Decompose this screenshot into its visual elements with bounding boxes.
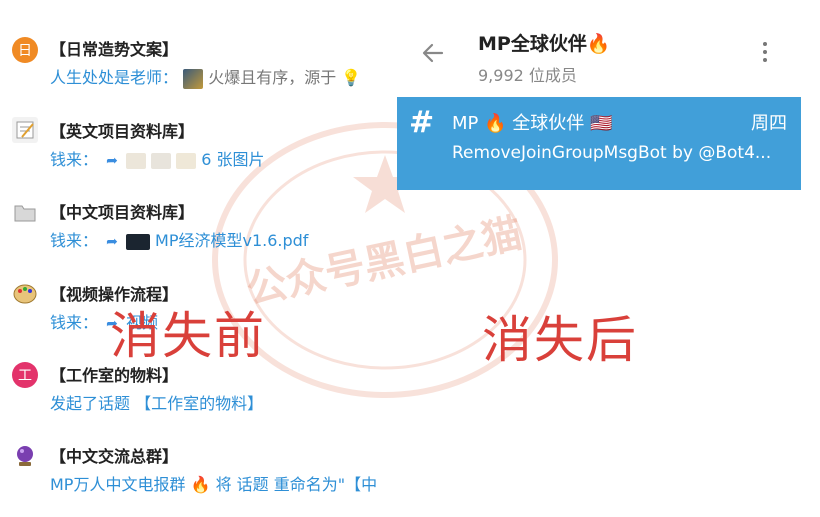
chat-preview: MP万人中文电报群 🔥 将 话题 重命名为"【中 bbox=[50, 471, 395, 495]
before-label: 消失前 bbox=[110, 307, 266, 365]
after-label: 消失后 bbox=[482, 311, 638, 369]
sender-name: 钱来： bbox=[50, 150, 99, 169]
calendar-icon: 日 bbox=[12, 37, 38, 63]
chat-title: 【中文项目资料库】 bbox=[50, 203, 195, 222]
fire-icon: 🔥 bbox=[190, 475, 211, 494]
selected-topic-row[interactable]: # MP 🔥 全球伙伴 🇺🇸 周四 RemoveJoinGroupMsgBot … bbox=[397, 97, 801, 190]
fire-icon: 🔥 bbox=[586, 33, 611, 55]
memo-icon bbox=[12, 117, 38, 143]
chat-preview: 人生处处是老师： 火爆且有序，源于 💡 bbox=[50, 64, 395, 89]
forward-icon: ➦ bbox=[106, 153, 118, 169]
chat-preview-extra: 火爆且有序，源于 bbox=[208, 68, 337, 87]
work-icon: 工 bbox=[12, 362, 38, 388]
folder-icon bbox=[12, 199, 38, 225]
sender-name: 钱来： bbox=[50, 313, 99, 332]
image-thumbnail bbox=[125, 152, 146, 169]
member-count: 9,992 位成员 bbox=[478, 66, 577, 85]
chat-preview-text: 人生处处是老师： bbox=[50, 68, 179, 87]
chat-preview-text: MP万人中文电报群 bbox=[50, 475, 186, 494]
topic-date: 周四 bbox=[751, 113, 787, 134]
chat-preview-text: MP经济模型v1.6.pdf bbox=[155, 231, 309, 250]
palette-icon bbox=[12, 281, 38, 307]
topic-last-message: RemoveJoinGroupMsgBot by @Bot4... bbox=[452, 143, 772, 163]
group-title: MP全球伙伴🔥 bbox=[478, 29, 611, 56]
image-thumbnail bbox=[183, 68, 204, 89]
chat-title: 【英文项目资料库】 bbox=[50, 122, 195, 141]
image-thumbnail bbox=[151, 152, 172, 169]
topic-name: MP 🔥 全球伙伴 🇺🇸 bbox=[452, 113, 613, 134]
chat-item[interactable]: 工 【工作室的物料】 发起了话题 【工作室的物料】 bbox=[0, 356, 400, 436]
chat-preview-text: 6 张图片 bbox=[201, 150, 265, 169]
chat-preview: 发起了话题 【工作室的物料】 bbox=[50, 390, 395, 414]
group-title-text: MP全球伙伴 bbox=[478, 33, 587, 55]
hashtag-icon: # bbox=[409, 105, 435, 140]
sender-name: 钱来： bbox=[50, 231, 99, 250]
chat-item[interactable]: 【英文项目资料库】 钱来： ➦ 6 张图片 bbox=[0, 112, 400, 192]
chat-preview: 钱来： ➦ 6 张图片 bbox=[50, 146, 395, 170]
chat-title: 【中文交流总群】 bbox=[50, 447, 179, 466]
back-arrow-icon[interactable] bbox=[420, 40, 446, 66]
chat-preview-extra: 将 话题 重命名为"【中 bbox=[215, 475, 378, 494]
lightbulb-icon: 💡 bbox=[341, 68, 362, 87]
chat-item[interactable]: 【中文项目资料库】 钱来： ➦ MP经济模型v1.6.pdf bbox=[0, 193, 400, 273]
chat-title: 【日常造势文案】 bbox=[50, 40, 179, 59]
chat-item[interactable]: 日 【日常造势文案】 人生处处是老师： 火爆且有序，源于 💡 bbox=[0, 30, 400, 110]
chat-preview-text: 发起了话题 【工作室的物料】 bbox=[50, 394, 264, 413]
crystal-ball-icon bbox=[12, 443, 38, 469]
forward-icon: ➦ bbox=[106, 234, 118, 250]
chat-item[interactable]: 【中文交流总群】 MP万人中文电报群 🔥 将 话题 重命名为"【中 bbox=[0, 437, 400, 517]
image-thumbnail bbox=[176, 152, 197, 169]
file-thumbnail bbox=[125, 233, 150, 250]
chat-preview: 钱来： ➦ MP经济模型v1.6.pdf bbox=[50, 227, 395, 251]
chat-list: 日 【日常造势文案】 人生处处是老师： 火爆且有序，源于 💡 【英文项目资料库】… bbox=[0, 0, 400, 515]
more-options-icon[interactable] bbox=[760, 42, 770, 72]
